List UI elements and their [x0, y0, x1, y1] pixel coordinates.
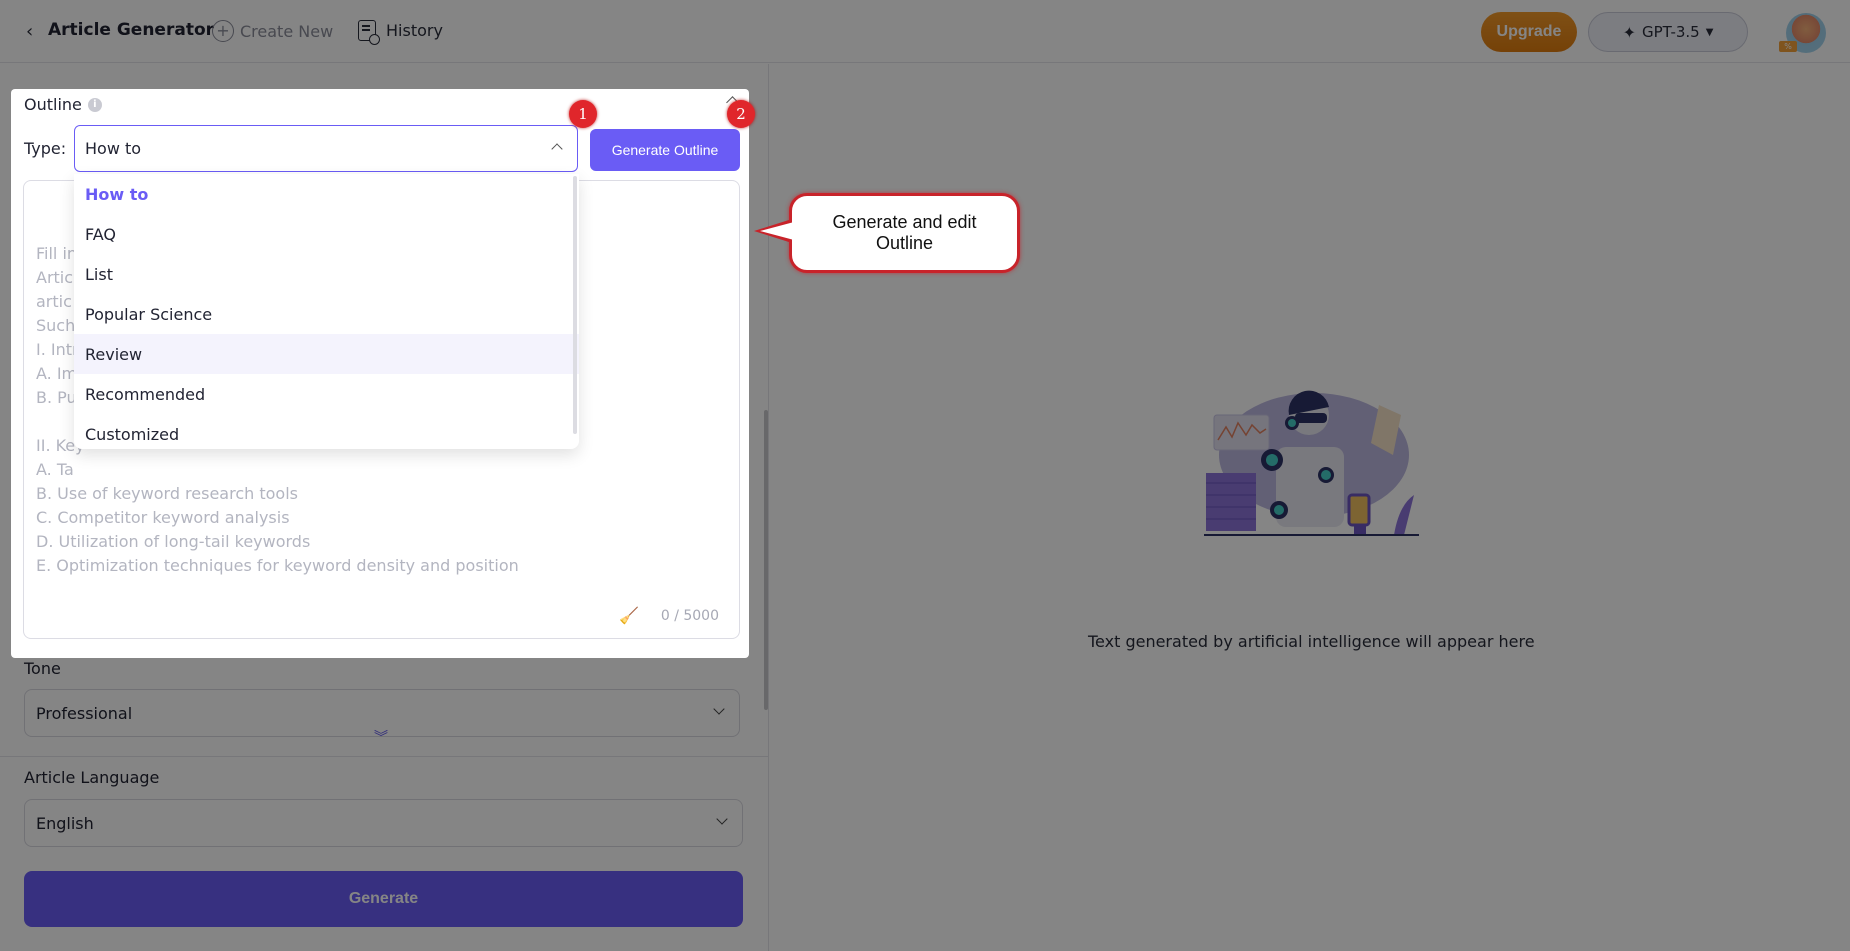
placeholder-line: B. Use of keyword research tools: [36, 484, 298, 503]
dropdown-option-recommended[interactable]: Recommended: [74, 374, 579, 414]
dropdown-option-list[interactable]: List: [74, 254, 579, 294]
dropdown-option-faq[interactable]: FAQ: [74, 214, 579, 254]
outline-type-dropdown: How to FAQ List Popular Science Review Recomm…: [74, 174, 579, 449]
dropdown-option-popular-science[interactable]: Popular Science: [74, 294, 579, 334]
type-value: How to: [85, 139, 142, 158]
step-marker-1: 1: [569, 100, 597, 128]
placeholder-line: D. Utilization of long-tail keywords: [36, 532, 311, 551]
dropdown-option-how-to[interactable]: How to: [74, 174, 579, 214]
callout-bubble: Generate and edit Outline: [789, 193, 1020, 273]
outline-header: Outline i: [24, 95, 102, 114]
generate-outline-button[interactable]: Generate Outline: [590, 129, 740, 171]
outline-title: Outline: [24, 95, 82, 114]
broom-clear-icon[interactable]: 🧹: [619, 604, 639, 628]
placeholder-line: C. Competitor keyword analysis: [36, 508, 290, 527]
placeholder-line: A. Ta: [36, 460, 74, 479]
dropdown-scrollbar[interactable]: [573, 176, 577, 434]
dropdown-option-customized[interactable]: Customized: [74, 414, 579, 449]
placeholder-line: E. Optimization techniques for keyword d…: [36, 556, 519, 575]
character-counter: 0 / 5000: [660, 608, 719, 624]
callout-tail-inner: [760, 222, 794, 240]
info-icon[interactable]: i: [87, 97, 102, 112]
chevron-up-icon: [551, 143, 563, 155]
step-marker-2: 2: [727, 100, 755, 128]
type-label: Type:: [24, 139, 67, 158]
outline-type-select[interactable]: How to: [74, 125, 578, 172]
callout-text: Generate and edit Outline: [832, 212, 977, 253]
dropdown-option-review[interactable]: Review: [74, 334, 579, 374]
